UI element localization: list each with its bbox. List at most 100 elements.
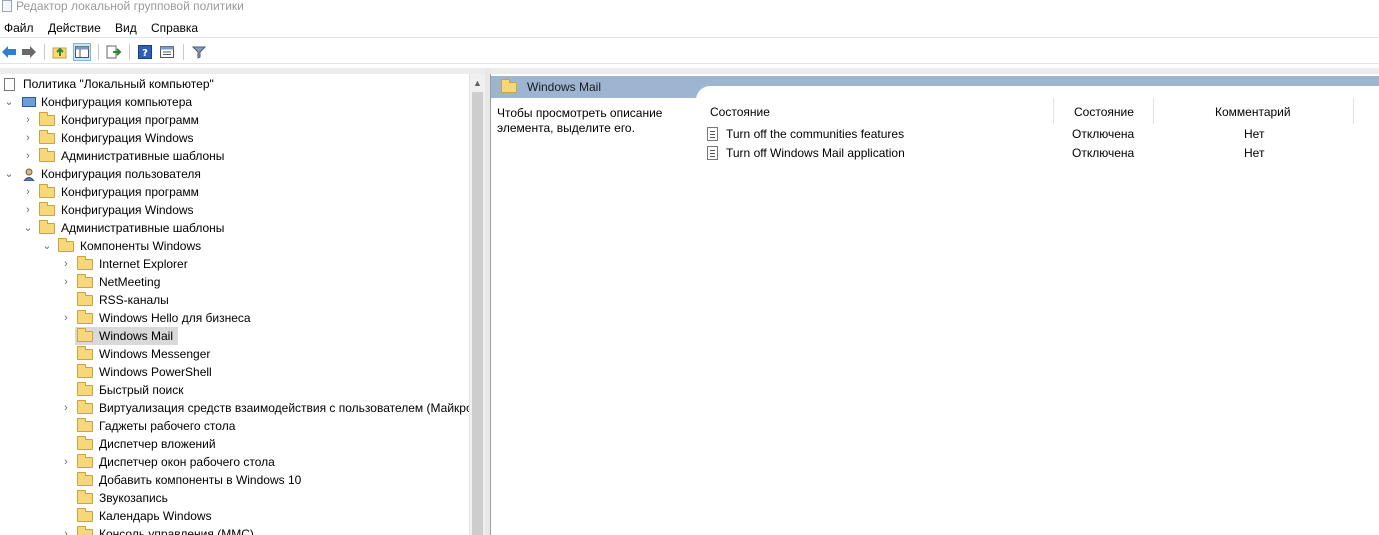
up-folder-icon[interactable] (51, 43, 69, 61)
tree-item-label: Добавить компоненты в Windows 10 (99, 473, 302, 487)
tree-item-desktop-gadgets[interactable]: Гаджеты рабочего стола (0, 417, 469, 435)
menu-view[interactable]: Вид (115, 20, 137, 36)
tree-item-label: Конфигурация программ (61, 185, 199, 199)
chevron-down-icon[interactable]: ⌄ (23, 219, 33, 237)
chevron-right-icon[interactable]: › (61, 255, 71, 273)
folder-icon (77, 400, 93, 414)
chevron-right-icon[interactable]: › (61, 399, 71, 417)
show-hide-tree-icon[interactable] (73, 43, 91, 61)
tree-item-admin-templates[interactable]: › Административные шаблоны (0, 147, 469, 165)
tree-item-admin-templates[interactable]: ⌄ Административные шаблоны (0, 219, 469, 237)
tree-item-label: Конфигурация Windows (61, 131, 194, 145)
properties-icon[interactable] (158, 43, 176, 61)
tree-item-windows-settings[interactable]: › Конфигурация Windows (0, 129, 469, 147)
tree-item-label: Конфигурация пользователя (41, 167, 201, 181)
chevron-right-icon[interactable]: › (23, 129, 33, 147)
tree-item-label: Конфигурация Windows (61, 203, 194, 217)
table-row[interactable]: Turn off the communities features Отключ… (707, 125, 1367, 144)
tree-item-windows-mail-selected[interactable]: Windows Mail (0, 327, 469, 345)
tree-item-windows-messenger[interactable]: Windows Messenger (0, 345, 469, 363)
column-separator[interactable] (1053, 98, 1054, 124)
tree-item-windows-calendar[interactable]: Календарь Windows (0, 507, 469, 525)
toolbar-separator (129, 44, 130, 60)
menu-file[interactable]: Файл (4, 20, 34, 36)
chevron-right-icon[interactable]: › (61, 309, 71, 327)
tree-item-label: Конфигурация компьютера (41, 95, 193, 109)
window-title: Редактор локальной групповой политики (16, 0, 244, 13)
scroll-up-arrow-icon[interactable]: ▲ (473, 78, 482, 88)
tree-item-label: Звукозапись (99, 491, 168, 505)
forward-icon[interactable] (20, 43, 38, 61)
tree-item-label: RSS-каналы (99, 293, 169, 307)
folder-icon (77, 328, 93, 342)
users-icon (23, 168, 35, 182)
table-row[interactable]: Turn off Windows Mail application Отключ… (707, 144, 1367, 163)
policy-editor-icon (2, 0, 12, 12)
tree-item-user-config[interactable]: ⌄ Конфигурация пользователя (0, 165, 469, 183)
tree-item-label: Internet Explorer (99, 257, 188, 271)
help-icon[interactable]: ? (136, 43, 154, 61)
tree-item-label: Административные шаблоны (61, 149, 225, 163)
menu-bar: Файл Действие Вид Справка (0, 18, 1379, 38)
folder-icon (39, 202, 55, 216)
tree-item-ue-v[interactable]: › Виртуализация средств взаимодействия с… (0, 399, 469, 417)
back-icon[interactable] (0, 43, 18, 61)
tree-item-sound-recorder[interactable]: Звукозапись (0, 489, 469, 507)
chevron-right-icon[interactable]: › (61, 453, 71, 471)
export-list-icon[interactable] (105, 43, 123, 61)
column-separator[interactable] (1353, 98, 1354, 124)
chevron-right-icon[interactable]: › (61, 525, 71, 535)
tree-item-windows-hello[interactable]: › Windows Hello для бизнеса (0, 309, 469, 327)
folder-icon (501, 79, 517, 93)
folder-icon (77, 346, 93, 360)
tree-item-netmeeting[interactable]: › NetMeeting (0, 273, 469, 291)
setting-name: Turn off Windows Mail application (726, 146, 905, 160)
tree-item-computer-config[interactable]: ⌄ Конфигурация компьютера (0, 93, 469, 111)
toolbar: ? (0, 40, 1379, 64)
policy-document-icon (4, 78, 15, 91)
folder-icon (77, 256, 93, 270)
chevron-right-icon[interactable]: › (23, 183, 33, 201)
column-header-setting[interactable]: Состояние (710, 104, 770, 120)
tree-item-software-settings[interactable]: › Конфигурация программ (0, 183, 469, 201)
tree-item-label: Гаджеты рабочего стола (99, 419, 236, 433)
folder-icon (77, 490, 93, 504)
chevron-right-icon[interactable]: › (23, 201, 33, 219)
chevron-down-icon[interactable]: ⌄ (4, 165, 14, 183)
tree-item-windows-powershell[interactable]: Windows PowerShell (0, 363, 469, 381)
tree-item-windows-components[interactable]: ⌄ Компоненты Windows (0, 237, 469, 255)
tree-item-label: Windows PowerShell (99, 365, 212, 379)
tree-item-attachment-manager[interactable]: Диспетчер вложений (0, 435, 469, 453)
tree-item-desktop-window-manager[interactable]: › Диспетчер окон рабочего стола (0, 453, 469, 471)
column-header-comment[interactable]: Комментарий (1215, 104, 1291, 120)
tree-root-label: Политика "Локальный компьютер" (23, 77, 214, 91)
column-separator[interactable] (1153, 98, 1154, 124)
chevron-right-icon[interactable]: › (23, 147, 33, 165)
folder-icon (77, 436, 93, 450)
scrollbar-thumb[interactable] (472, 92, 483, 535)
tree-item-internet-explorer[interactable]: › Internet Explorer (0, 255, 469, 273)
chevron-down-icon[interactable]: ⌄ (42, 237, 52, 255)
filter-icon[interactable] (190, 43, 208, 61)
chevron-down-icon[interactable]: ⌄ (4, 93, 14, 111)
tree-item-add-features[interactable]: Добавить компоненты в Windows 10 (0, 471, 469, 489)
tree-item-rss-feeds[interactable]: RSS-каналы (0, 291, 469, 309)
tree-root[interactable]: Политика "Локальный компьютер" (0, 75, 469, 93)
tree-item-instant-search[interactable]: Быстрый поиск (0, 381, 469, 399)
setting-name: Turn off the communities features (726, 127, 905, 141)
tree-item-label: Виртуализация средств взаимодействия с п… (99, 401, 469, 415)
setting-comment: Нет (1244, 127, 1265, 141)
tree-item-label: Windows Mail (99, 329, 174, 343)
chevron-right-icon[interactable]: › (61, 273, 71, 291)
chevron-right-icon[interactable]: › (23, 111, 33, 129)
folder-icon (77, 382, 93, 396)
column-header-state[interactable]: Состояние (1074, 104, 1134, 120)
menu-help[interactable]: Справка (151, 20, 198, 36)
tree-item-mmc[interactable]: › Консоль управления (MMC) (0, 525, 469, 535)
menu-action[interactable]: Действие (48, 20, 101, 36)
tree-scrollbar[interactable]: ▲ (469, 74, 485, 535)
tree-item-software-settings[interactable]: › Конфигурация программ (0, 111, 469, 129)
tree-item-label: Windows Hello для бизнеса (99, 311, 251, 325)
tree-item-label: Календарь Windows (99, 509, 212, 523)
tree-item-windows-settings[interactable]: › Конфигурация Windows (0, 201, 469, 219)
